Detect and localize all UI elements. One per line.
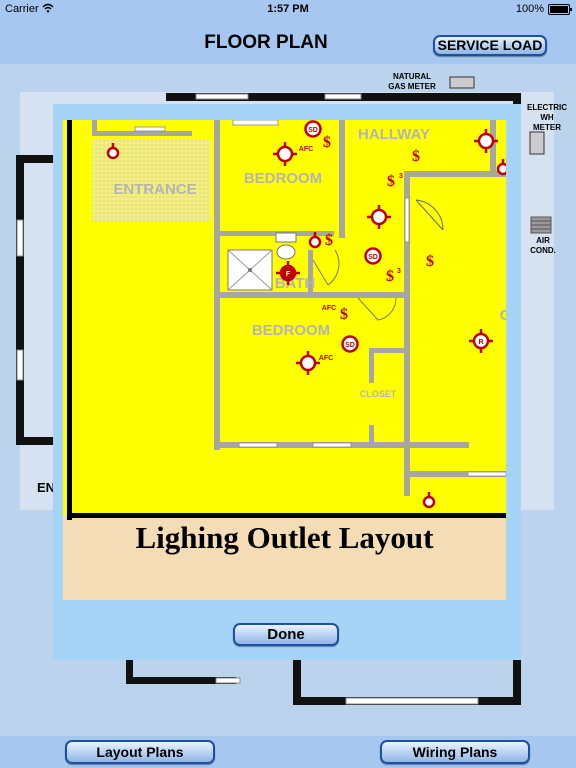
switch-icon: $ — [412, 148, 420, 165]
svg-text:R: R — [478, 339, 483, 346]
room-label-bedroom: BEDROOM — [244, 170, 322, 187]
bottom-toolbar: Layout Plans Wiring Plans — [0, 736, 576, 768]
svg-text:F: F — [286, 271, 291, 278]
electric-meter-label-2: WH — [540, 113, 554, 122]
switch-icon: $ — [426, 253, 434, 270]
smoke-detector-icon: SD — [341, 335, 359, 353]
recessed-light-icon: R — [476, 336, 486, 346]
clock: 1:57 PM — [267, 3, 309, 15]
room-label-partial: C — [500, 307, 506, 324]
lighting-plan-image: ENTRANCE BEDROOM HALLWAY BATH BEDROOM CL… — [63, 120, 506, 600]
lighting-plan-drawing: ENTRANCE BEDROOM HALLWAY BATH BEDROOM CL… — [63, 120, 506, 520]
switch-icon: $ — [386, 268, 394, 285]
room-label-entrance: ENTRANCE — [113, 181, 196, 198]
switch-icon: $ — [340, 306, 348, 323]
gas-meter-label-1: NATURAL — [393, 72, 431, 81]
switch-icon: $ — [387, 173, 395, 190]
layout-plans-button[interactable]: Layout Plans — [65, 740, 215, 764]
lighting-layout-modal: ENTRANCE BEDROOM HALLWAY BATH BEDROOM CL… — [53, 104, 521, 660]
service-load-button[interactable]: SERVICE LOAD — [433, 35, 547, 56]
smoke-detector-icon: SD — [304, 120, 322, 138]
afc-label: AFC — [299, 146, 313, 153]
svg-text:SD: SD — [368, 254, 378, 261]
battery-icon — [548, 3, 572, 15]
air-cond-label-2: COND. — [530, 246, 556, 255]
smoke-detector-icon: SD — [364, 247, 382, 265]
layout-caption: Lighing Outlet Layout — [135, 520, 434, 555]
room-label-bath: BATH — [275, 275, 316, 292]
svg-text:SD: SD — [308, 127, 318, 134]
three-way-sub: 3 — [399, 173, 403, 180]
gas-meter-label-2: GAS METER — [388, 82, 436, 91]
three-way-sub: 3 — [397, 268, 401, 275]
battery-indicator: 100% — [516, 3, 572, 15]
electric-meter-label-1: ELECTRIC — [527, 103, 567, 112]
afc-label: AFC — [322, 305, 336, 312]
done-button[interactable]: Done — [233, 623, 339, 646]
status-bar: Carrier 1:57 PM 100% — [0, 0, 576, 18]
svg-text:SD: SD — [345, 342, 355, 349]
switch-icon: $ — [325, 232, 333, 249]
room-label-closet: CLOSET — [360, 389, 397, 399]
room-label-bedroom: BEDROOM — [252, 322, 330, 339]
wiring-plans-button[interactable]: Wiring Plans — [380, 740, 530, 764]
room-label-hallway: HALLWAY — [358, 126, 430, 143]
switch-icon: $ — [323, 134, 331, 151]
afc-label: AFC — [319, 355, 333, 362]
air-cond-label-1: AIR — [536, 236, 550, 245]
electric-meter-label-3: METER — [533, 123, 561, 132]
nav-bar: FLOOR PLAN SERVICE LOAD — [0, 18, 576, 64]
ceiling-fan-icon: F — [282, 267, 294, 279]
